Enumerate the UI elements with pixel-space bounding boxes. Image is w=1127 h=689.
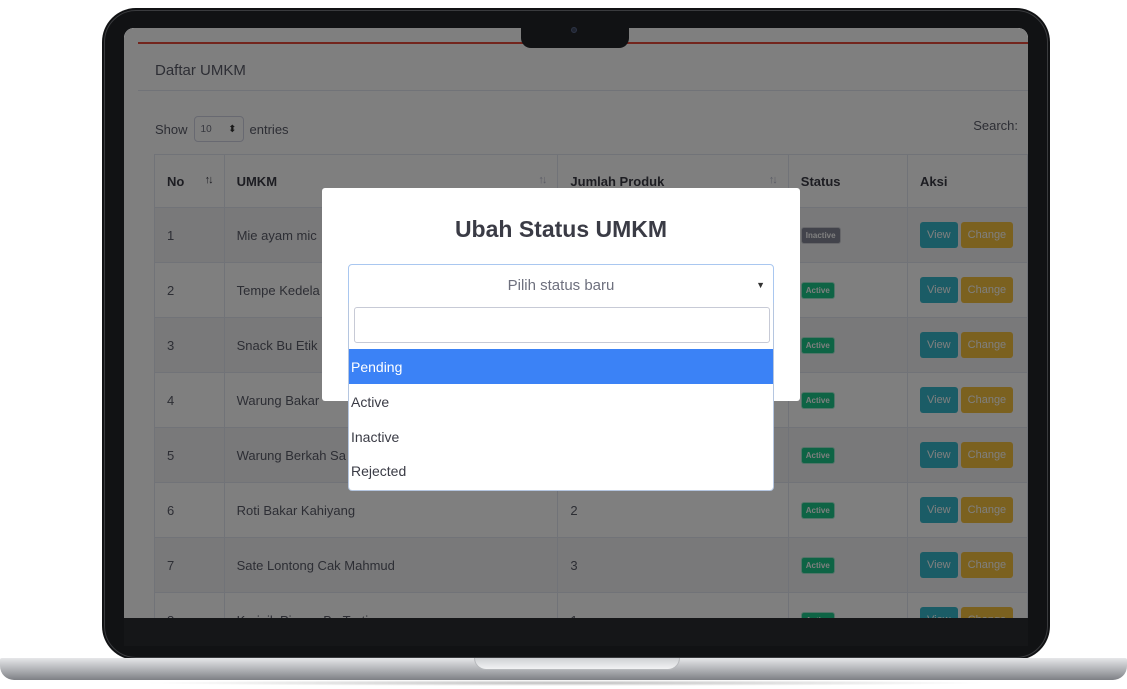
option-inactive[interactable]: Inactive — [349, 419, 773, 454]
caret-down-icon: ▼ — [756, 280, 765, 290]
status-select-placeholder: Pilih status baru — [507, 276, 615, 294]
option-active[interactable]: Active — [349, 384, 773, 419]
laptop-screen: Daftar UMKM Show 10 ⬍ entries Search: No… — [124, 28, 1028, 618]
camera-icon — [571, 27, 577, 33]
dropdown-search-input[interactable] — [354, 307, 770, 343]
status-select[interactable]: Pilih status baru ▼ — [348, 264, 774, 306]
modal-title: Ubah Status UMKM — [454, 216, 668, 242]
status-dropdown: Pending Active Inactive Rejected — [348, 303, 774, 491]
laptop-chin — [124, 618, 1028, 646]
option-rejected[interactable]: Rejected — [349, 453, 773, 488]
laptop-shadow — [140, 680, 990, 686]
laptop-base-notch — [474, 658, 680, 670]
option-pending[interactable]: Pending — [349, 349, 773, 384]
